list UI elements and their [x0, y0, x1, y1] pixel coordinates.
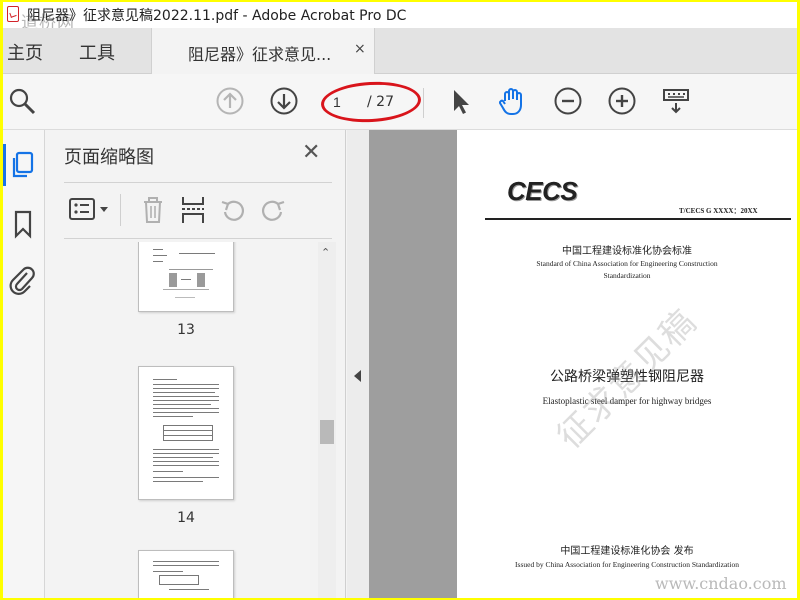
- toolbar-separator: [423, 88, 424, 118]
- scrollbar-thumb[interactable]: [320, 420, 334, 444]
- site-watermark: www.cndao.com: [655, 574, 787, 593]
- thumbnails-scrollbar[interactable]: ⌃: [318, 242, 336, 598]
- tab-tools[interactable]: 工具: [79, 39, 115, 65]
- zoom-search-icon[interactable]: [7, 86, 37, 116]
- cecs-logo: CECS: [507, 176, 578, 206]
- document-tab-label: 阻尼器》征求意见...: [188, 45, 332, 64]
- keyboard-input-icon[interactable]: [661, 86, 691, 116]
- thumbnail-options-icon[interactable]: [68, 196, 112, 224]
- bookmarks-icon[interactable]: [9, 208, 37, 240]
- toolbar-separator: [120, 194, 121, 226]
- page-down-icon[interactable]: [269, 86, 299, 116]
- thumbnail-label: 13: [177, 322, 195, 338]
- document-view[interactable]: CECS T/CECS G XXXX：20XX 中国工程建设标准化协会标准 St…: [369, 130, 797, 598]
- panel-splitter[interactable]: [347, 130, 369, 598]
- tab-document[interactable]: 阻尼器》征求意见... ×: [151, 28, 375, 75]
- main-toolbar: / 27: [3, 74, 797, 130]
- pdf-app-icon: [7, 6, 19, 22]
- attachments-icon[interactable]: [7, 264, 37, 296]
- rotate-ccw-icon[interactable]: [218, 194, 248, 226]
- title-bar: 阻尼器》征求意见稿2022.11.pdf - Adobe Acrobat Pro…: [3, 2, 797, 33]
- select-cursor-icon[interactable]: [445, 86, 475, 116]
- thumbnail-label: 14: [177, 510, 195, 526]
- zoom-out-icon[interactable]: [553, 86, 583, 116]
- rotate-cw-icon[interactable]: [258, 194, 288, 226]
- zoom-in-icon[interactable]: [607, 86, 637, 116]
- organization-name-en-line2: Standardization: [603, 271, 651, 280]
- divider: [64, 238, 332, 239]
- thumbnails-list: 13 14: [64, 242, 340, 598]
- insert-page-icon[interactable]: [178, 194, 208, 226]
- organization-name-en: Standard of China Association for Engine…: [457, 258, 797, 282]
- close-tab-icon[interactable]: ×: [354, 41, 366, 57]
- page-thumbnail-13[interactable]: [138, 242, 234, 312]
- delete-pages-icon[interactable]: [138, 194, 168, 226]
- organization-name-en-line1: Standard of China Association for Engine…: [536, 259, 718, 268]
- close-panel-icon[interactable]: ✕: [302, 140, 320, 165]
- acrobat-window: 阻尼器》征求意见稿2022.11.pdf - Adobe Acrobat Pro…: [3, 2, 797, 598]
- collapse-panel-icon[interactable]: [354, 370, 361, 382]
- active-indicator: [3, 144, 6, 186]
- window-title: 阻尼器》征求意见稿2022.11.pdf - Adobe Acrobat Pro…: [27, 8, 407, 24]
- highlight-annotation: [320, 79, 422, 125]
- panel-title: 页面缩略图: [64, 147, 154, 168]
- publisher-cn: 中国工程建设标准化协会 发布: [560, 546, 694, 557]
- tab-home[interactable]: 主页: [7, 39, 43, 65]
- divider: [64, 182, 332, 183]
- tab-bar: 主页 工具 阻尼器》征求意见... ×: [3, 28, 797, 75]
- page-thumbnails-panel: 页面缩略图 ✕ 13 14 ⌃: [46, 130, 346, 598]
- page-thumbnail-14[interactable]: [138, 366, 234, 500]
- header-rule: [485, 218, 791, 220]
- standard-code: T/CECS G XXXX：20XX: [679, 207, 758, 215]
- publisher-en: Issued by China Association for Engineer…: [515, 560, 739, 569]
- page-thumbnails-icon[interactable]: [9, 150, 37, 180]
- page-thumbnail-15[interactable]: [138, 550, 234, 598]
- pdf-page: CECS T/CECS G XXXX：20XX 中国工程建设标准化协会标准 St…: [457, 130, 797, 598]
- page-up-icon[interactable]: [215, 86, 245, 116]
- scroll-up-icon[interactable]: ⌃: [321, 246, 330, 259]
- thumbnail-toolbar: [64, 188, 332, 234]
- hand-icon[interactable]: [497, 86, 527, 116]
- navigation-pane-strip: [3, 130, 45, 598]
- organization-name-cn: 中国工程建设标准化协会标准: [562, 246, 692, 257]
